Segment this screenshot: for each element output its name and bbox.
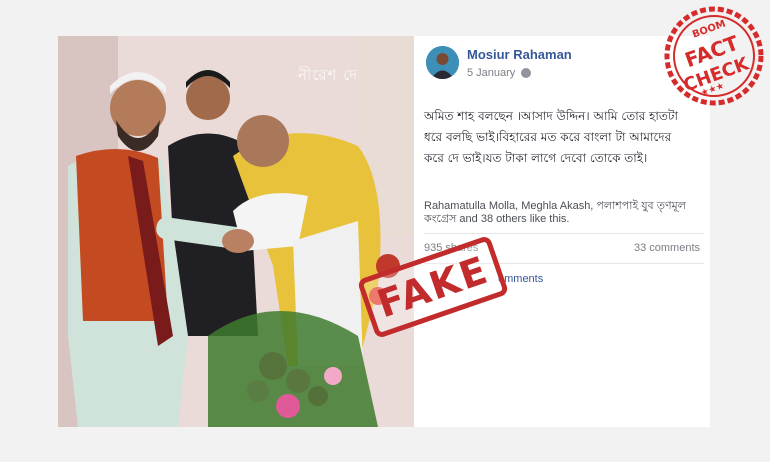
post-date[interactable]: 5 January (467, 67, 515, 79)
fact-check-graphic: নীরেশ দে Mosiur Rahaman 5 January অমিত শ… (0, 0, 770, 462)
post-text-line: অমিত শাহ বলছেন ।আসাদ উদ্দিন। আমি তোর হাত… (424, 109, 678, 123)
comments-count[interactable]: 33 comments (634, 242, 700, 254)
post-photo: নীরেশ দে (58, 36, 414, 427)
photo-illustration (58, 36, 414, 427)
globe-icon (521, 68, 531, 78)
likes-summary[interactable]: Rahamatulla Molla, Meghla Akash, পলাশপাই… (424, 200, 704, 226)
author-avatar[interactable] (426, 46, 459, 79)
photo-watermark: নীরেশ দে (298, 66, 359, 84)
avatar-icon (426, 46, 459, 79)
post-text-line: ধরে বলছি ভাই।বিহারের মত করে বাংলা টা আমা… (424, 130, 672, 144)
post-text: অমিত শাহ বলছেন ।আসাদ উদ্দিন। আমি তোর হাত… (424, 106, 704, 169)
divider (424, 233, 704, 234)
post-text-line: করে দে ভাই।যত টাকা লাগে দেবো তোকে তাই। (424, 151, 648, 165)
post-author[interactable]: Mosiur Rahaman (467, 47, 572, 62)
boom-fact-check-logo: BOOM FACT CHECK ★★★ (664, 6, 764, 106)
